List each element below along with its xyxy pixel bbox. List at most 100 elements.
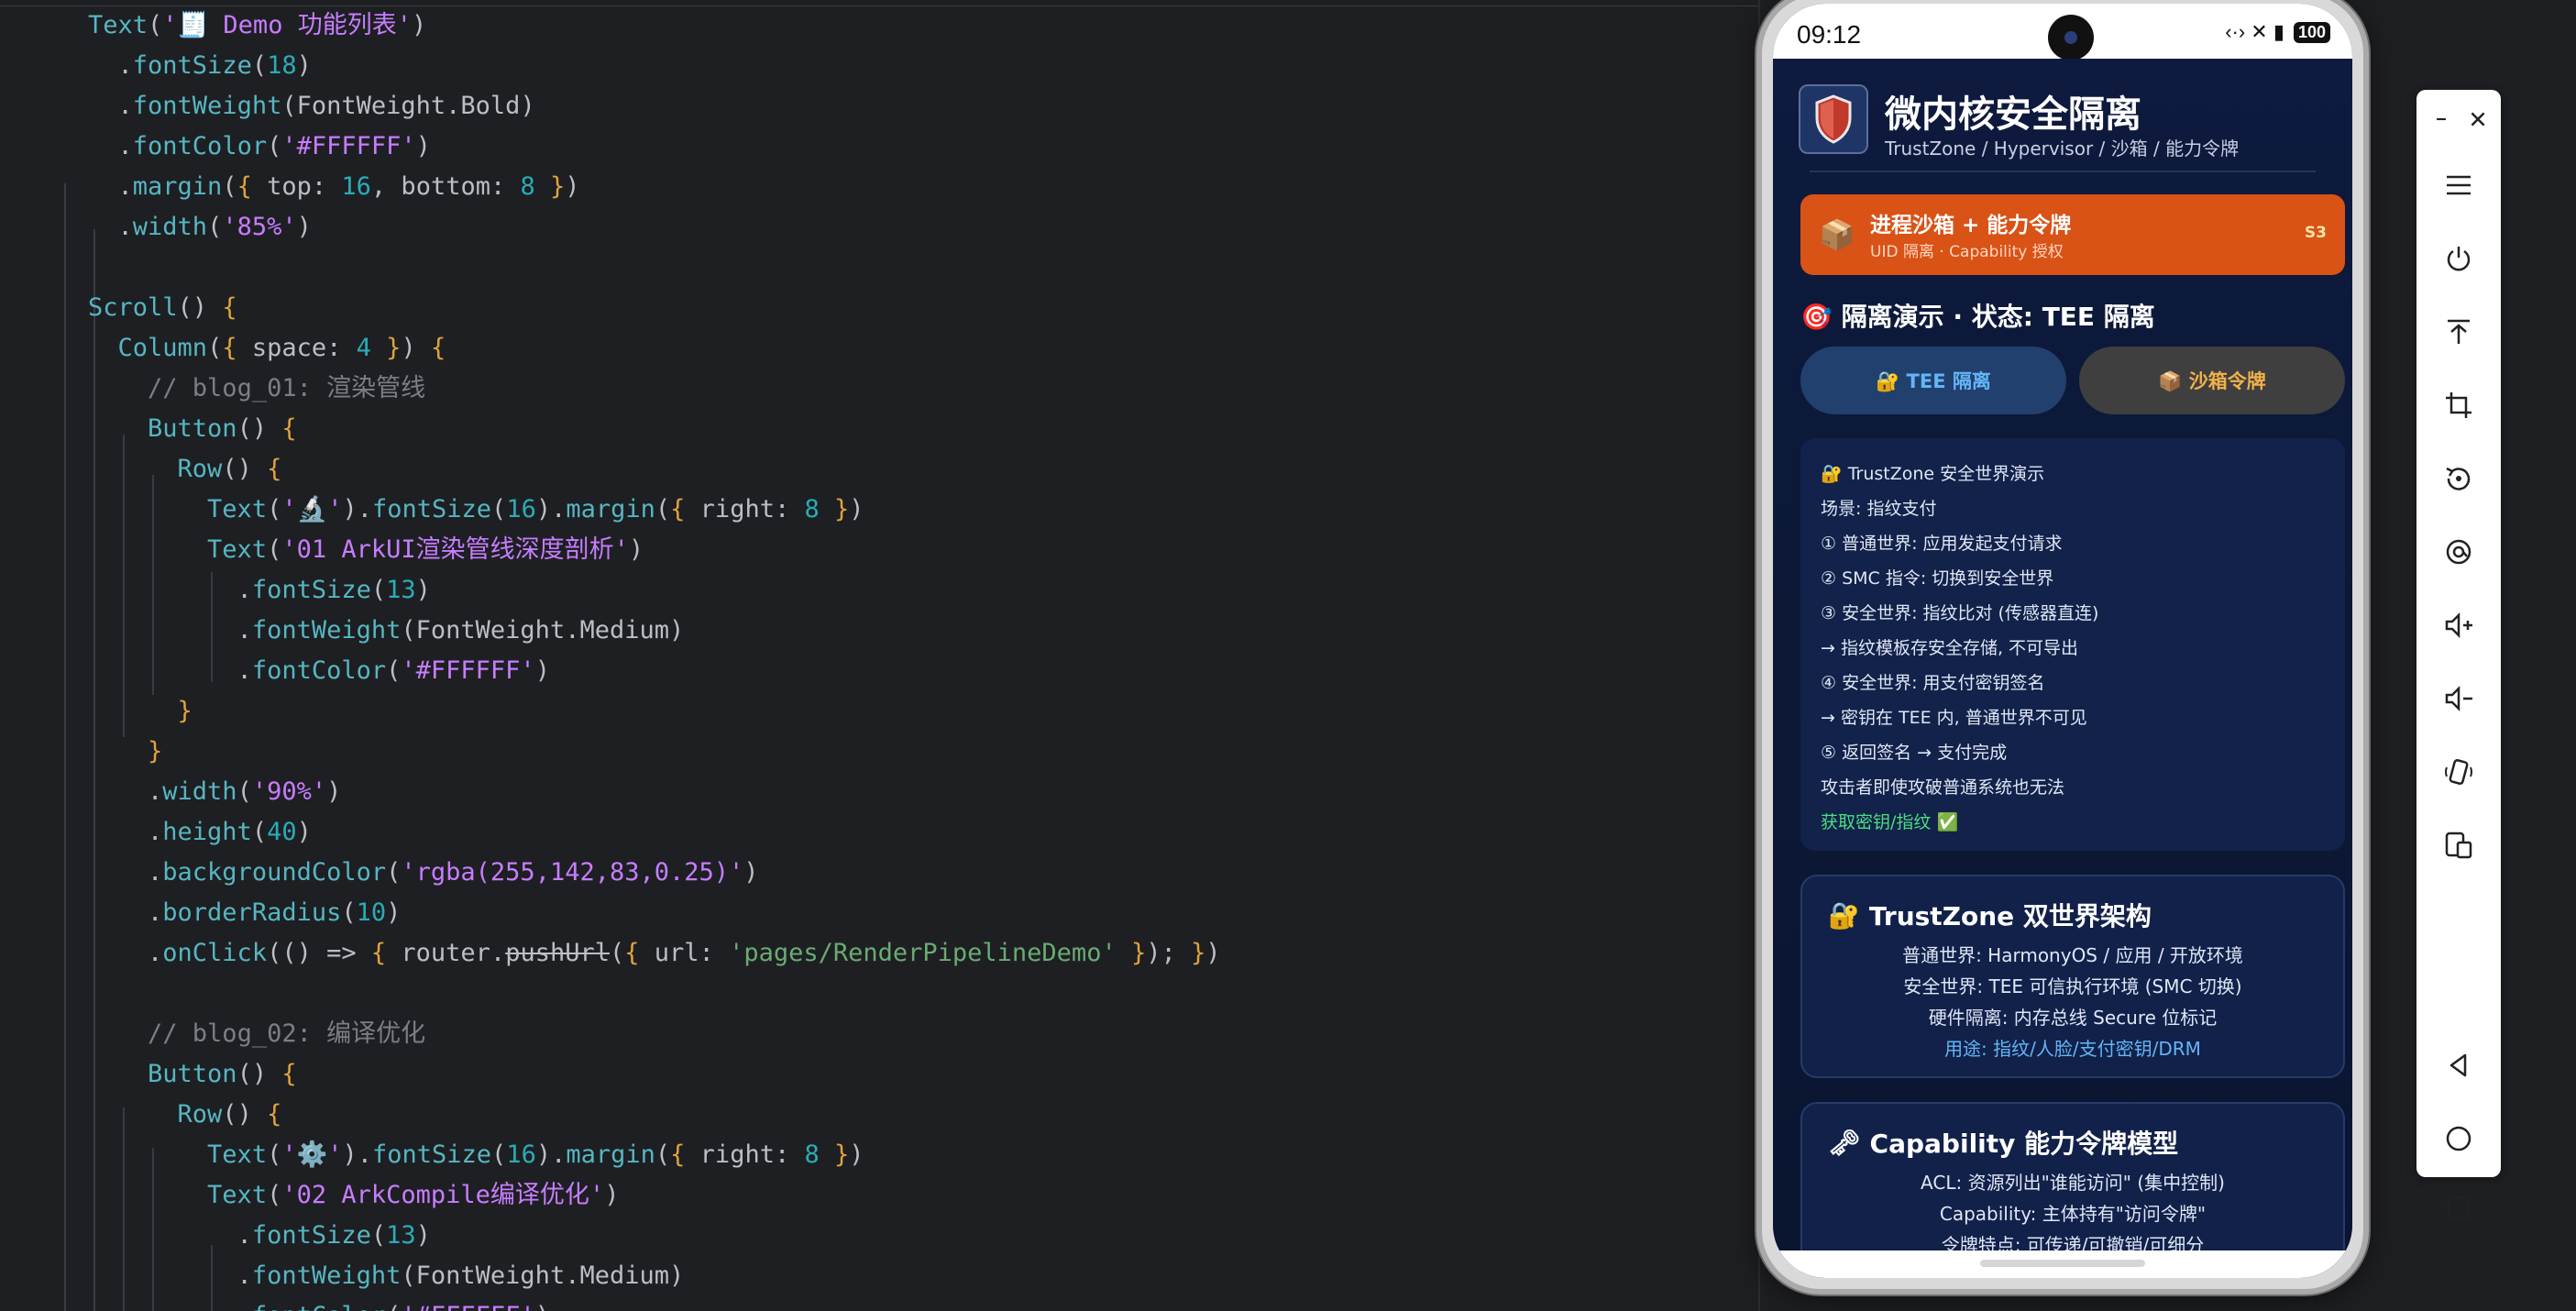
- log-line: ⑤ 返回签名 → 支付完成: [1821, 743, 2008, 763]
- code-token: fontColor: [252, 1302, 386, 1311]
- code-line[interactable]: .width('85%'): [88, 207, 312, 248]
- code-line[interactable]: .height(40): [88, 812, 312, 853]
- code-line[interactable]: .fontColor('#FFFFFF'): [88, 127, 431, 167]
- back-icon[interactable]: [2416, 1038, 2501, 1093]
- code-token: ): [520, 92, 535, 120]
- code-line[interactable]: .fontColor('#FFFFFF'): [88, 651, 550, 691]
- power-icon[interactable]: [2416, 231, 2501, 286]
- code-token: ): [849, 495, 864, 523]
- phone-screen[interactable]: 09:12 ‹·› ✕ ▮ 100 微内核安全隔离 TrustZone / Hy…: [1773, 4, 2352, 1278]
- home-indicator[interactable]: [1980, 1260, 2145, 1267]
- code-line[interactable]: }: [88, 732, 162, 772]
- recent-icon[interactable]: [2416, 1184, 2501, 1230]
- code-token: onClick: [162, 939, 268, 967]
- code-token: FontWeight.Bold: [296, 92, 521, 120]
- phone-emulator: 09:12 ‹·› ✕ ▮ 100 微内核安全隔离 TrustZone / Hy…: [1756, 0, 2369, 1294]
- code-token: .: [88, 132, 133, 160]
- code-line[interactable]: .fontSize(13): [88, 1216, 431, 1256]
- code-editor[interactable]: Text('🧾 Demo 功能列表') .fontSize(18) .fontW…: [0, 0, 1760, 1311]
- code-line[interactable]: Button() {: [88, 409, 297, 449]
- code-token: FontWeight.Medium: [415, 616, 669, 644]
- volume-down-icon[interactable]: [2416, 671, 2501, 726]
- shield-icon: [1799, 84, 1868, 154]
- code-line[interactable]: .fontSize(13): [88, 570, 431, 611]
- menu-icon[interactable]: [2416, 158, 2501, 213]
- code-line[interactable]: .fontSize(18): [88, 46, 312, 86]
- indent-guide: [64, 183, 66, 1311]
- code-line[interactable]: Row() {: [88, 1095, 282, 1135]
- app-content[interactable]: 微内核安全隔离 TrustZone / Hypervisor / 沙箱 / 能力…: [1773, 59, 2352, 1278]
- code-token: fontColor: [132, 132, 268, 160]
- code-token: (): [177, 293, 223, 322]
- card-title-text: Capability 能力令牌模型: [1869, 1129, 2179, 1159]
- camera-cutout: [2048, 15, 2094, 61]
- banner-subtitle: UID 隔离 · Capability 授权: [1870, 243, 2064, 261]
- code-token: (: [281, 92, 297, 120]
- code-token: (: [386, 656, 402, 685]
- code-token: fontWeight: [132, 92, 282, 120]
- code-line[interactable]: Text('01 ArkUI渲染管线深度剖析'): [88, 530, 644, 570]
- code-line[interactable]: Column({ space: 4 }) {: [88, 328, 446, 369]
- log-line: 🔐 TrustZone 安全世界演示: [1821, 464, 2045, 484]
- code-token: }: [1130, 939, 1147, 967]
- code-token: (: [401, 1261, 416, 1290]
- code-token: fontSize: [372, 1140, 492, 1169]
- code-token: ): [415, 576, 431, 604]
- code-token: (() =>: [267, 939, 371, 967]
- code-line[interactable]: // blog_01: 渲染管线: [88, 369, 425, 409]
- close-icon[interactable]: [2457, 101, 2499, 138]
- screenshot-icon[interactable]: [2416, 524, 2501, 579]
- code-token: {: [267, 1100, 282, 1129]
- package-icon: 📦: [1819, 217, 1855, 252]
- code-token: .: [88, 939, 163, 967]
- signal-icons: ‹·› ✕ ▮: [2225, 20, 2284, 43]
- code-line[interactable]: Text('⚙️').fontSize(16).margin({ right: …: [88, 1135, 864, 1175]
- code-line[interactable]: Text('🧾 Demo 功能列表'): [88, 6, 426, 46]
- code-token: .: [88, 1221, 252, 1250]
- home-icon[interactable]: [2416, 1111, 2501, 1166]
- code-line[interactable]: }: [88, 691, 193, 732]
- code-token: }: [1191, 939, 1206, 967]
- mode-banner[interactable]: 📦 进程沙箱 + 能力令牌 UID 隔离 · Capability 授权 S3: [1800, 194, 2345, 275]
- battery-icon: 100: [2293, 21, 2330, 43]
- volume-up-icon[interactable]: [2416, 598, 2501, 653]
- code-line[interactable]: Button() {: [88, 1054, 297, 1095]
- code-token: Text: [207, 1140, 268, 1169]
- code-line[interactable]: Text('🔬').fontSize(16).margin({ right: 8…: [88, 490, 864, 530]
- code-token: (: [655, 495, 671, 523]
- code-token: '🧾 Demo 功能列表': [162, 11, 412, 39]
- code-line[interactable]: Text('02 ArkCompile编译优化'): [88, 1175, 619, 1216]
- code-line[interactable]: Scroll() {: [88, 288, 237, 328]
- code-token: Button: [148, 1060, 237, 1088]
- code-token: '85%': [222, 213, 297, 241]
- code-line[interactable]: .fontWeight(FontWeight.Medium): [88, 611, 685, 651]
- code-token: ): [535, 1302, 550, 1311]
- code-line[interactable]: .fontWeight(FontWeight.Medium): [88, 1256, 685, 1296]
- card-line: ACL: 资源列出"谁能访问" (集中控制): [1921, 1172, 2225, 1194]
- code-line[interactable]: // blog_02: 编译优化: [88, 1014, 425, 1054]
- code-line[interactable]: .backgroundColor('rgba(255,142,83,0.25)'…: [88, 853, 759, 893]
- code-token: margin: [566, 495, 655, 523]
- tee-isolation-button[interactable]: 🔐 TEE 隔离: [1800, 347, 2066, 414]
- code-token: (: [609, 939, 625, 967]
- device-icon[interactable]: [2416, 818, 2501, 873]
- page-subtitle: TrustZone / Hypervisor / 沙箱 / 能力令牌: [1885, 138, 2240, 160]
- code-line[interactable]: .width('90%'): [88, 772, 341, 812]
- code-line[interactable]: .fontWeight(FontWeight.Bold): [88, 86, 535, 127]
- shake-icon[interactable]: [2416, 744, 2501, 799]
- upload-icon[interactable]: [2416, 304, 2501, 359]
- code-token: ): [743, 858, 759, 887]
- code-token: (): [237, 414, 282, 443]
- code-token: {: [370, 939, 387, 967]
- code-line[interactable]: Row() {: [88, 449, 282, 490]
- crop-icon[interactable]: [2416, 378, 2501, 433]
- code-line[interactable]: .fontColor('#FFFFFF'): [88, 1296, 550, 1311]
- code-token: (: [251, 51, 268, 80]
- sandbox-token-button[interactable]: 📦 沙箱令牌: [2079, 347, 2345, 414]
- code-line[interactable]: .onClick(() => { router.pushUrl({ url: '…: [88, 933, 1221, 974]
- code-line[interactable]: .margin({ top: 16, bottom: 8 }): [88, 167, 580, 207]
- rotate-icon[interactable]: [2416, 451, 2501, 506]
- code-line[interactable]: .borderRadius(10): [88, 893, 401, 933]
